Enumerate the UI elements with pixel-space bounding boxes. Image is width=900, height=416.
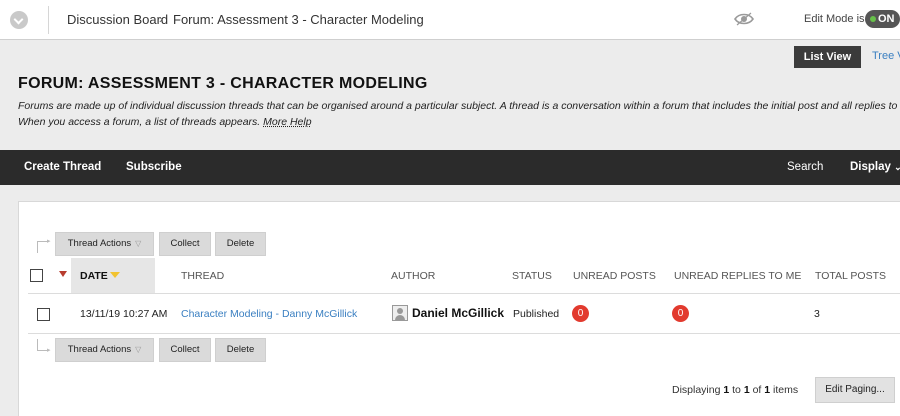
row-divider xyxy=(28,333,900,334)
delete-button-bottom[interactable]: Delete xyxy=(215,338,266,362)
thread-actions-button[interactable]: Thread Actions ▽ xyxy=(55,232,154,256)
chevron-down-icon: ▽ xyxy=(135,239,142,248)
paging-of-word: of xyxy=(752,384,762,396)
page-title: FORUM: ASSESSMENT 3 - CHARACTER MODELING xyxy=(18,75,428,92)
edit-mode-label: Edit Mode is: xyxy=(804,13,868,25)
paging-prefix: Displaying xyxy=(672,384,721,396)
description-line-2-text: When you access a forum, a list of threa… xyxy=(18,116,261,128)
column-header-status[interactable]: STATUS xyxy=(512,270,552,282)
divider xyxy=(48,6,49,34)
column-header-thread[interactable]: THREAD xyxy=(181,270,224,282)
breadcrumb-discussion-board[interactable]: Discussion Board xyxy=(67,12,168,27)
select-all-checkbox[interactable] xyxy=(30,269,43,282)
paging-from: 1 xyxy=(723,384,730,396)
tab-tree-view[interactable]: Tree V xyxy=(872,50,900,62)
edit-paging-button[interactable]: Edit Paging... xyxy=(815,377,895,403)
search-button[interactable]: Search xyxy=(787,161,823,173)
edit-mode-value: ON xyxy=(878,13,895,25)
flag-icon[interactable] xyxy=(59,271,67,277)
collect-button[interactable]: Collect xyxy=(159,232,211,256)
action-bar: Create Thread Subscribe Search Display ⌄ xyxy=(0,150,900,185)
chevron-down-icon: ⌄ xyxy=(894,162,900,172)
eye-icon[interactable] xyxy=(733,11,755,32)
paging-to: 1 xyxy=(743,384,750,396)
column-header-author[interactable]: AUTHOR xyxy=(391,270,435,282)
row-checkbox[interactable] xyxy=(37,308,50,321)
row-divider xyxy=(28,293,900,294)
thread-actions-button-bottom[interactable]: Thread Actions ▽ xyxy=(55,338,154,362)
delete-button[interactable]: Delete xyxy=(215,232,266,256)
connector-arrow-icon: ▸ xyxy=(47,238,51,245)
description-line-2: When you access a forum, a list of threa… xyxy=(18,114,900,130)
tab-list-view[interactable]: List View xyxy=(794,46,861,68)
create-thread-button[interactable]: Create Thread xyxy=(24,161,101,173)
paging-summary: Displaying 1 to 1 of 1 items xyxy=(672,384,798,396)
breadcrumb-separator: › xyxy=(159,12,163,26)
subscribe-button[interactable]: Subscribe xyxy=(126,161,182,173)
column-header-unread-replies[interactable]: UNREAD REPLIES TO ME xyxy=(674,270,801,282)
description-line-1: Forums are made up of individual discuss… xyxy=(18,100,900,112)
breadcrumb-forum: Forum: Assessment 3 - Character Modeling xyxy=(173,12,424,27)
row-author[interactable]: Daniel McGillick xyxy=(412,306,504,320)
display-menu[interactable]: Display ⌄ xyxy=(850,161,900,173)
menu-chevron-icon[interactable] xyxy=(10,11,28,29)
toggle-on-indicator xyxy=(870,16,876,22)
column-header-unread-posts[interactable]: UNREAD POSTS xyxy=(573,270,656,282)
unread-replies-badge[interactable]: 0 xyxy=(672,305,689,322)
paging-total: 1 xyxy=(764,384,771,396)
breadcrumb-bar: Discussion Board › Forum: Assessment 3 -… xyxy=(0,0,900,40)
row-date: 13/11/19 10:27 AM xyxy=(80,308,168,320)
chevron-down-icon: ▽ xyxy=(135,345,142,354)
paging-to-word: to xyxy=(732,384,741,396)
edit-mode-toggle[interactable]: ON xyxy=(865,10,900,28)
connector-arrow-icon: ▸ xyxy=(47,347,51,354)
unread-posts-badge[interactable]: 0 xyxy=(572,305,589,322)
row-status: Published xyxy=(513,308,560,320)
forum-description: Forums are made up of individual discuss… xyxy=(18,98,900,130)
sort-triangle-icon xyxy=(110,272,120,278)
more-help-link[interactable]: More Help xyxy=(263,116,311,128)
row-total-posts: 3 xyxy=(814,308,820,320)
avatar-icon xyxy=(392,305,408,321)
thread-actions-label: Thread Actions xyxy=(67,238,132,249)
collect-button-bottom[interactable]: Collect xyxy=(159,338,211,362)
display-label: Display xyxy=(850,161,891,173)
paging-suffix: items xyxy=(773,384,799,396)
thread-link[interactable]: Character Modeling - Danny McGillick xyxy=(181,308,357,320)
column-header-date[interactable]: DATE xyxy=(80,270,108,282)
thread-actions-label: Thread Actions xyxy=(67,344,132,355)
column-header-total-posts[interactable]: TOTAL POSTS xyxy=(815,270,886,282)
